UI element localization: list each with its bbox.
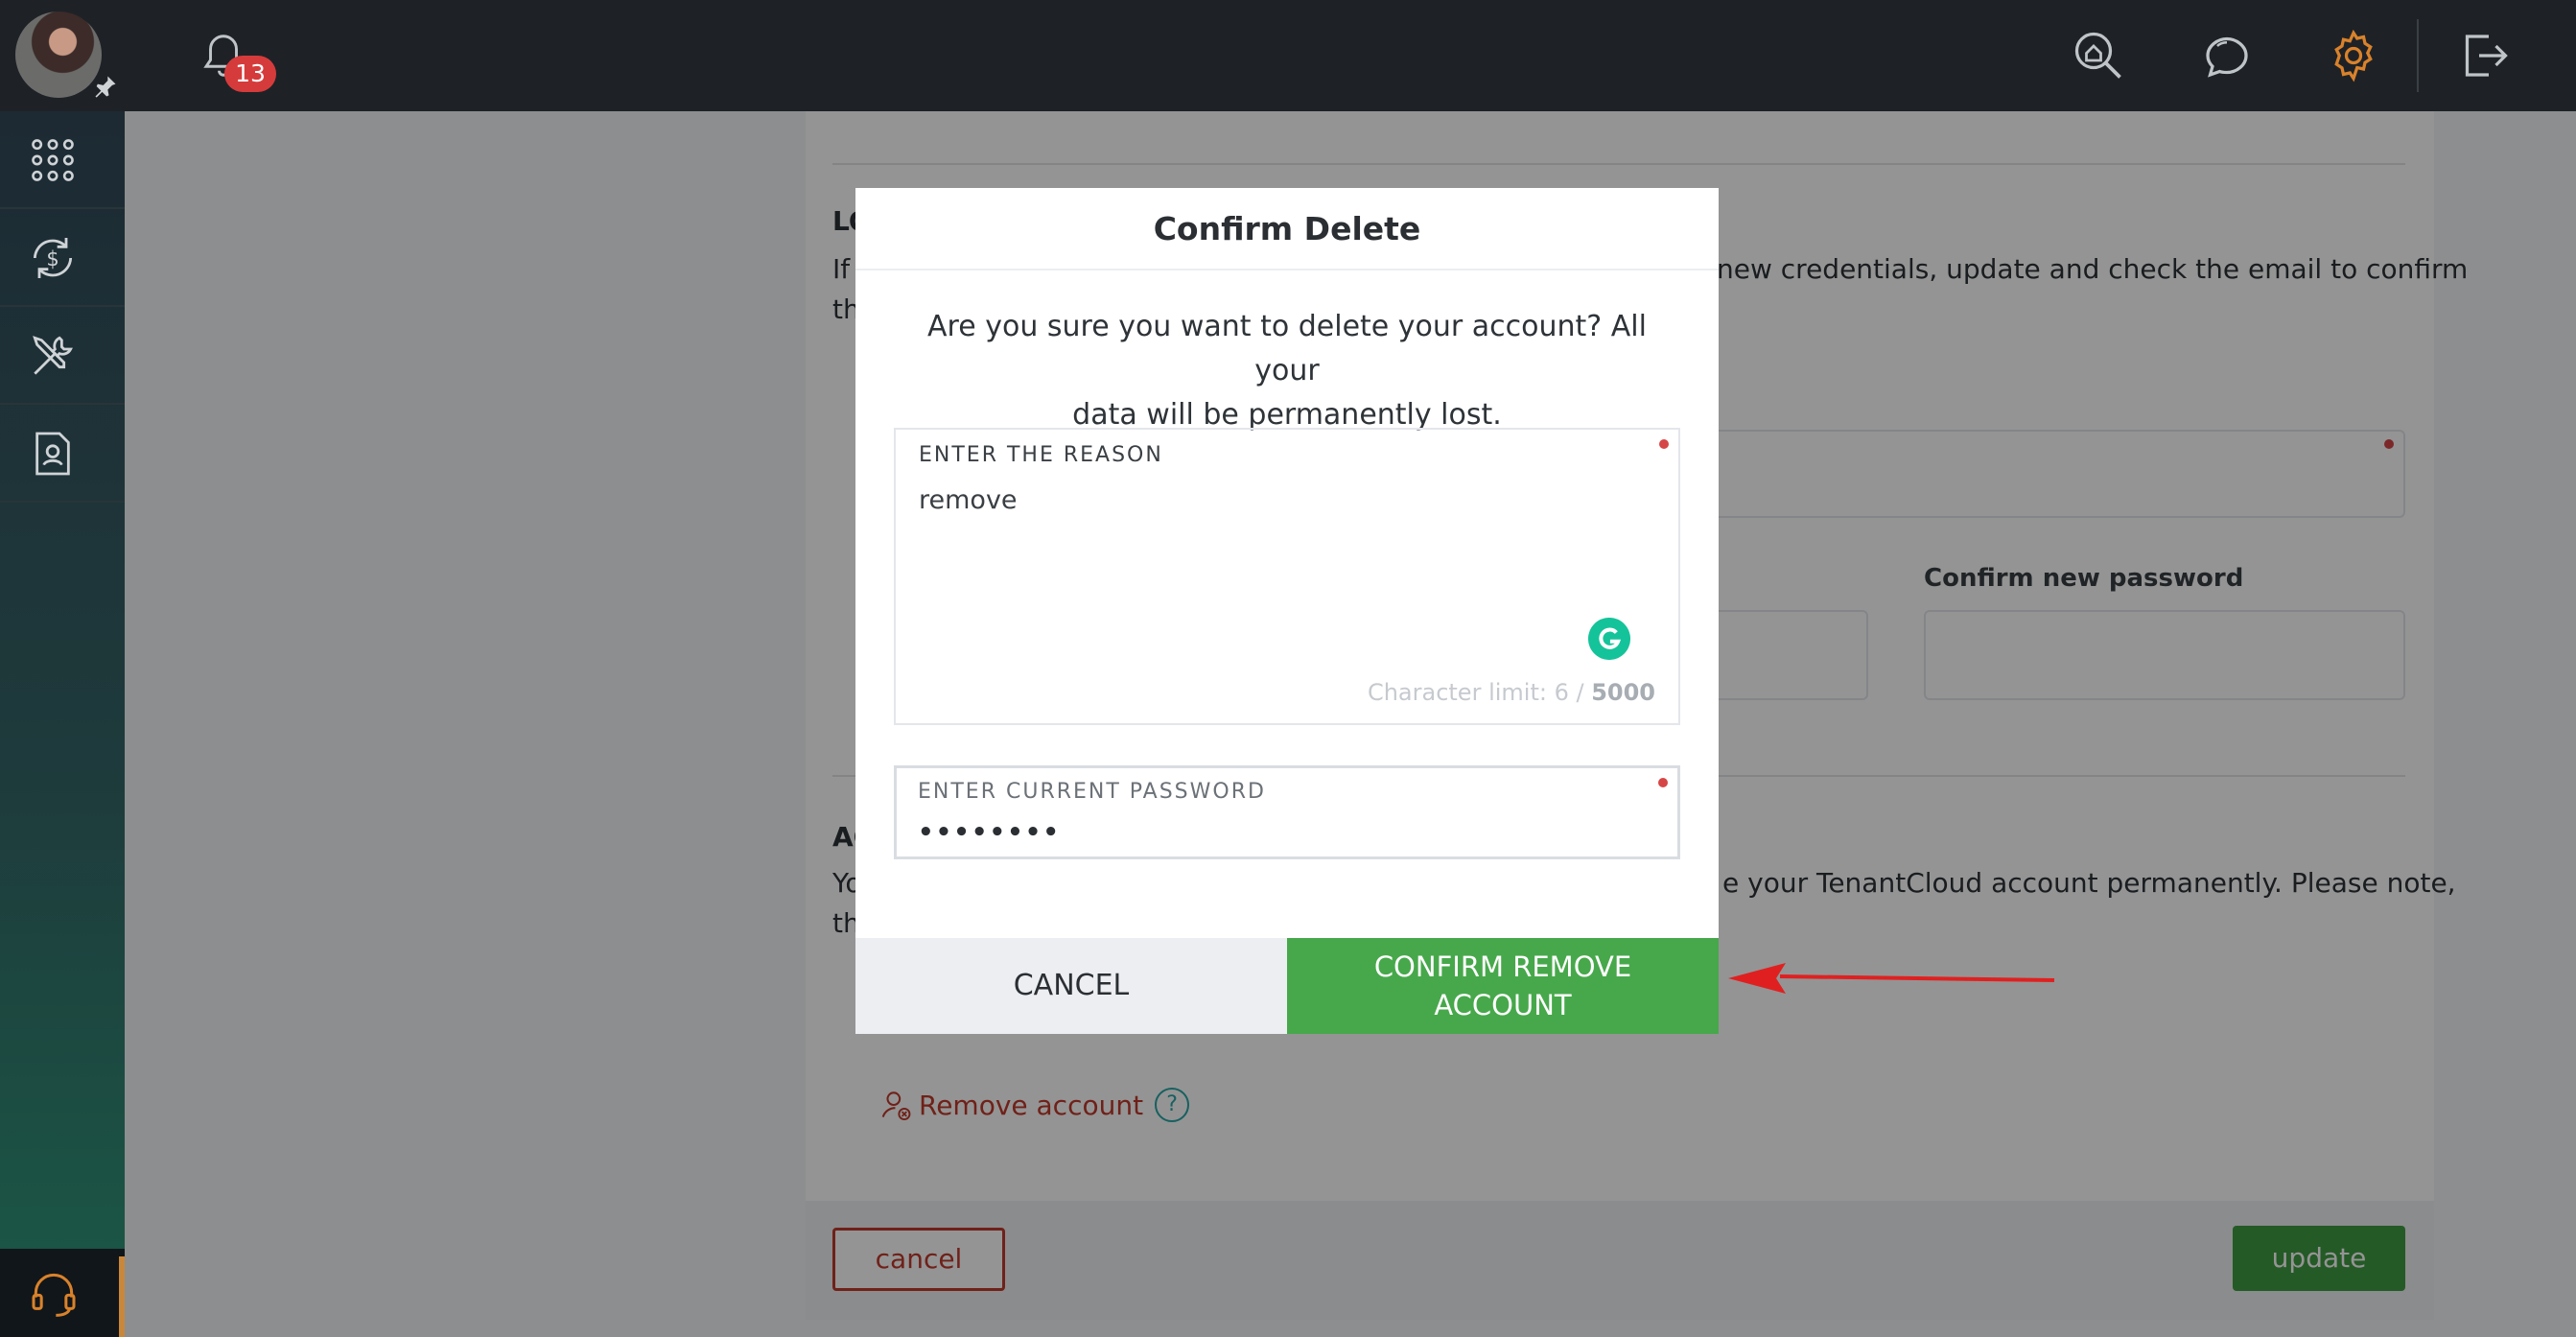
user-avatar[interactable] bbox=[15, 12, 102, 98]
headset-icon bbox=[32, 1273, 76, 1317]
logout-icon[interactable] bbox=[2455, 27, 2513, 84]
notification-count-badge: 13 bbox=[224, 56, 276, 92]
current-password-input[interactable]: ENTER CURRENT PASSWORD •••••••• bbox=[894, 765, 1680, 859]
modal-cancel-button[interactable]: CANCEL bbox=[855, 938, 1287, 1034]
modal-message: Are you sure you want to delete your acc… bbox=[913, 305, 1661, 437]
left-sidebar: $ bbox=[0, 111, 125, 1337]
reason-textarea[interactable]: ENTER THE REASON remove Character limit:… bbox=[894, 428, 1680, 725]
grammarly-icon[interactable] bbox=[1588, 618, 1630, 660]
character-limit: Character limit: 6 / 5000 bbox=[1368, 679, 1655, 706]
modal-title: Confirm Delete bbox=[855, 188, 1719, 270]
sidebar-item-documents[interactable] bbox=[0, 405, 125, 503]
confirm-remove-account-button[interactable]: CONFIRM REMOVE ACCOUNT bbox=[1287, 938, 1719, 1034]
sidebar-item-finance[interactable]: $ bbox=[0, 209, 125, 307]
user-document-icon bbox=[35, 432, 70, 476]
reason-label: ENTER THE REASON bbox=[919, 443, 1163, 467]
gear-icon[interactable] bbox=[2325, 27, 2382, 84]
required-indicator bbox=[1659, 439, 1669, 449]
required-indicator bbox=[1658, 778, 1668, 787]
top-header: 13 bbox=[0, 0, 2576, 111]
modal-message-line1: Are you sure you want to delete your acc… bbox=[927, 310, 1647, 387]
reason-value: remove bbox=[919, 485, 1018, 515]
sidebar-item-maintenance[interactable] bbox=[0, 307, 125, 405]
confirm-delete-modal: Confirm Delete Are you sure you want to … bbox=[855, 188, 1719, 1034]
character-limit-max: 5000 bbox=[1591, 679, 1655, 706]
current-password-label: ENTER CURRENT PASSWORD bbox=[918, 780, 1266, 804]
confirm-label-line1: CONFIRM REMOVE bbox=[1373, 950, 1632, 983]
pin-icon[interactable] bbox=[92, 73, 119, 100]
annotation-arrow-icon bbox=[1728, 963, 2055, 994]
money-cycle-icon: $ bbox=[33, 238, 73, 278]
header-divider bbox=[2417, 19, 2419, 92]
current-password-value: •••••••• bbox=[918, 818, 1061, 847]
confirm-label-line2: ACCOUNT bbox=[1434, 989, 1572, 1021]
apps-grid-icon bbox=[32, 139, 74, 181]
chat-icon[interactable] bbox=[2198, 27, 2256, 84]
character-limit-count: Character limit: 6 / bbox=[1367, 679, 1584, 706]
help-support-button[interactable] bbox=[0, 1249, 125, 1337]
svg-text:$: $ bbox=[46, 247, 59, 270]
tools-icon bbox=[33, 336, 73, 375]
search-home-icon[interactable] bbox=[2070, 27, 2127, 84]
sidebar-item-apps[interactable] bbox=[0, 111, 125, 209]
